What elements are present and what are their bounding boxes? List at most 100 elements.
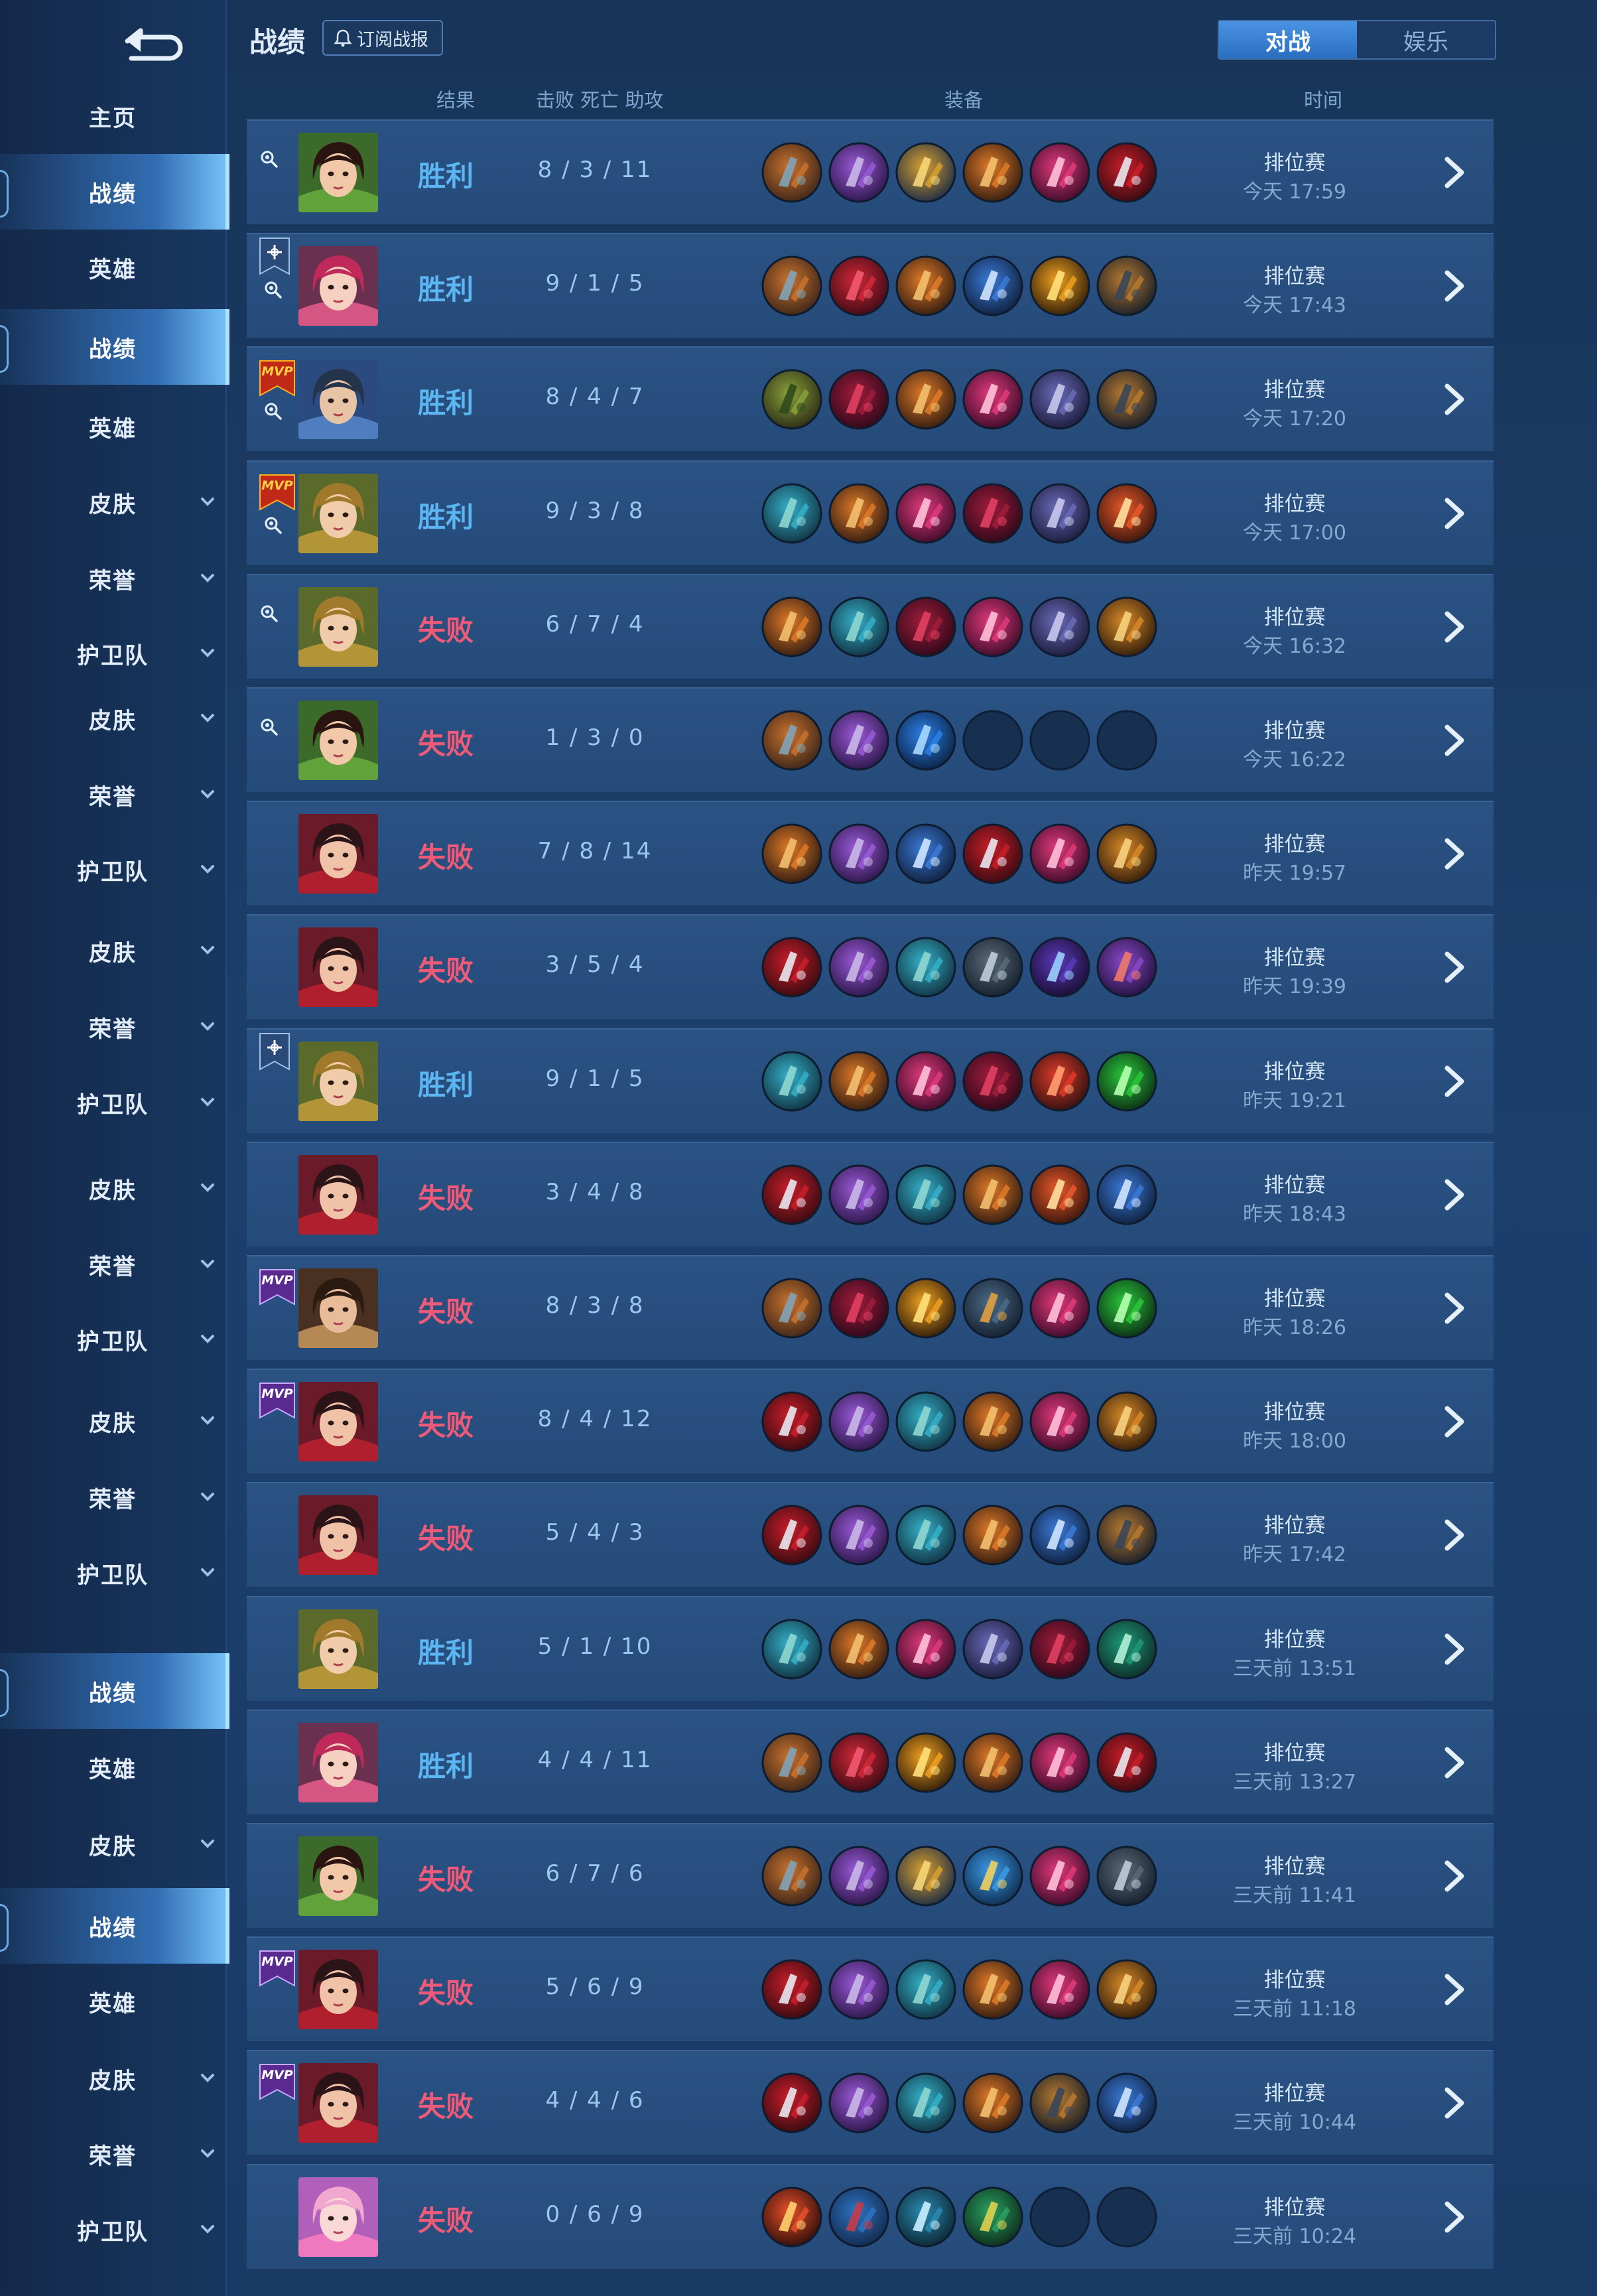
sidebar-item[interactable]: 护卫队 <box>0 1065 225 1140</box>
sidebar-item[interactable]: 皮肤 <box>0 464 225 540</box>
boots-teal-icon <box>828 596 889 657</box>
match-row[interactable]: 胜利 4 / 4 / 11 排位赛 三天前 13:27 <box>247 1710 1494 1814</box>
chevron-right-icon[interactable] <box>1434 153 1474 192</box>
column-result: 结果 <box>436 89 476 111</box>
wing-gold-icon <box>895 1846 956 1907</box>
axe-purple-icon <box>828 1846 889 1907</box>
sidebar-item[interactable]: 皮肤 <box>0 1383 225 1459</box>
sidebar-item[interactable]: 护卫队 <box>0 616 225 691</box>
sidebar-item[interactable]: 皮肤 <box>0 2041 225 2116</box>
chevron-right-icon[interactable] <box>1434 1743 1474 1783</box>
axe-purple-icon <box>828 1164 889 1225</box>
chevron-right-icon[interactable] <box>1434 1856 1474 1896</box>
sidebar-item[interactable]: 护卫队 <box>0 2192 225 2267</box>
chevron-right-icon[interactable] <box>1434 266 1474 306</box>
chevron-right-icon[interactable] <box>1434 607 1474 647</box>
match-row[interactable]: 失败 3 / 4 / 8 排位赛 昨天 18:43 <box>247 1142 1494 1247</box>
match-mode: 排位赛 <box>1263 378 1326 402</box>
sidebar-item[interactable]: 战绩 <box>0 1653 229 1729</box>
boots-teal-icon <box>895 1959 956 2020</box>
chevron-down-icon <box>201 2074 214 2082</box>
chevron-right-icon[interactable] <box>1434 2083 1474 2123</box>
subscribe-report-button[interactable]: 订阅战报 <box>322 20 443 56</box>
hero-avatar <box>298 1836 378 1916</box>
chevron-right-icon[interactable] <box>1434 1288 1474 1328</box>
sidebar-item[interactable]: 皮肤 <box>0 913 225 988</box>
chevron-down-icon <box>201 1098 214 1107</box>
chevron-right-icon[interactable] <box>1434 2197 1474 2237</box>
match-row[interactable]: 失败 3 / 5 / 4 排位赛 昨天 19:39 <box>247 914 1494 1019</box>
sidebar-item[interactable]: 英雄 <box>0 230 225 305</box>
empty-slot-icon <box>1096 710 1157 771</box>
sidebar-item[interactable]: 荣誉 <box>0 2116 225 2192</box>
sidebar-item[interactable]: 荣誉 <box>0 1459 225 1535</box>
match-row[interactable]: 失败 6 / 7 / 6 排位赛 三天前 11:41 <box>247 1823 1494 1928</box>
chevron-right-icon[interactable] <box>1434 1515 1474 1555</box>
sidebar-item[interactable]: 荣誉 <box>0 757 225 833</box>
tab-battle[interactable]: 对战 <box>1219 21 1357 58</box>
sidebar-item[interactable]: 护卫队 <box>0 832 225 908</box>
match-kda: 8 / 4 / 7 <box>545 383 645 410</box>
chevron-right-icon[interactable] <box>1434 1629 1474 1669</box>
sidebar-item[interactable]: 主页 <box>0 78 225 154</box>
sidebar-item-label: 护卫队 <box>77 1328 149 1355</box>
match-row[interactable]: 失败 5 / 4 / 3 排位赛 昨天 17:42 <box>247 1482 1494 1587</box>
sidebar-item[interactable]: 英雄 <box>0 389 225 464</box>
sidebar-item[interactable]: 荣誉 <box>0 989 225 1065</box>
sidebar-item-label: 皮肤 <box>89 1833 137 1860</box>
sidebar-item[interactable]: 皮肤 <box>0 1150 225 1226</box>
dagger-red-icon <box>761 1391 822 1452</box>
hero-avatar <box>298 360 378 439</box>
tab-entertainment[interactable]: 娱乐 <box>1357 21 1495 58</box>
axe-purple-icon <box>828 937 889 998</box>
match-row[interactable]: 失败 6 / 7 / 4 排位赛 今天 16:32 <box>247 574 1494 679</box>
match-row[interactable]: MVP 胜利 9 / 3 / 8 排位赛 今天 17:00 <box>247 460 1494 565</box>
match-row[interactable]: 胜利 8 / 3 / 11 排位赛 今天 17:59 <box>247 119 1494 224</box>
orb-orange-icon <box>761 2187 822 2248</box>
match-mode: 排位赛 <box>1263 719 1326 743</box>
column-equipment: 装备 <box>944 89 984 111</box>
match-row[interactable]: MVP 失败 4 / 4 / 6 排位赛 三天前 10:44 <box>247 2050 1494 2155</box>
sidebar-item[interactable]: 战绩 <box>0 154 229 230</box>
sidebar-item[interactable]: 皮肤 <box>0 681 225 756</box>
match-row[interactable]: 胜利 5 / 1 / 10 排位赛 三天前 13:51 <box>247 1596 1494 1701</box>
chevron-right-icon[interactable] <box>1434 720 1474 760</box>
match-mode: 排位赛 <box>1263 1628 1326 1652</box>
match-result: 失败 <box>417 2204 474 2237</box>
chevron-right-icon[interactable] <box>1434 494 1474 533</box>
match-row[interactable]: 失败 7 / 8 / 14 排位赛 昨天 19:57 <box>247 801 1494 906</box>
match-badge: MVP <box>259 1948 296 1988</box>
chevron-right-icon[interactable] <box>1434 379 1474 419</box>
sidebar-item[interactable]: 战绩 <box>0 1888 229 1964</box>
match-row[interactable]: MVP 失败 8 / 4 / 12 排位赛 昨天 18:00 <box>247 1369 1494 1473</box>
sidebar-item[interactable]: 战绩 <box>0 309 229 385</box>
bow-blue-icon <box>1096 2072 1157 2133</box>
sidebar-item[interactable]: 皮肤 <box>0 1806 225 1882</box>
chevron-right-icon[interactable] <box>1434 1061 1474 1101</box>
match-row[interactable]: MVP 失败 5 / 6 / 9 排位赛 三天前 11:18 <box>247 1936 1494 2041</box>
chevron-right-icon[interactable] <box>1434 947 1474 987</box>
match-mode: 排位赛 <box>1263 1741 1326 1765</box>
chevron-right-icon[interactable] <box>1434 1175 1474 1215</box>
match-result: 胜利 <box>417 1637 474 1669</box>
sidebar-item[interactable]: 荣誉 <box>0 541 225 616</box>
svg-text:MVP: MVP <box>261 2068 293 2082</box>
match-mode: 排位赛 <box>1263 151 1326 175</box>
match-row[interactable]: 胜利 9 / 1 / 5 排位赛 今天 17:43 <box>247 233 1494 338</box>
chevron-right-icon[interactable] <box>1434 834 1474 874</box>
mode-tabs: 对战 娱乐 <box>1218 20 1496 60</box>
back-icon[interactable] <box>118 16 191 64</box>
match-row[interactable]: 失败 1 / 3 / 0 排位赛 今天 16:22 <box>247 687 1494 792</box>
match-row[interactable]: MVP 失败 8 / 3 / 8 排位赛 昨天 18:26 <box>247 1255 1494 1360</box>
sidebar-item[interactable]: 护卫队 <box>0 1535 225 1611</box>
match-row[interactable]: 失败 0 / 6 / 9 排位赛 三天前 10:24 <box>247 2164 1494 2269</box>
match-row[interactable]: MVP 胜利 8 / 4 / 7 排位赛 今天 17:20 <box>247 346 1494 451</box>
sidebar-item[interactable]: 英雄 <box>0 1729 225 1805</box>
sidebar-item[interactable]: 英雄 <box>0 1964 225 2039</box>
sidebar-item[interactable]: 荣誉 <box>0 1227 225 1302</box>
chevron-right-icon[interactable] <box>1434 1402 1474 1442</box>
match-row[interactable]: 胜利 9 / 1 / 5 排位赛 昨天 19:21 <box>247 1028 1494 1133</box>
sidebar-item[interactable]: 护卫队 <box>0 1302 225 1377</box>
match-time: 昨天 19:57 <box>1243 862 1346 885</box>
chevron-right-icon[interactable] <box>1434 1970 1474 2009</box>
